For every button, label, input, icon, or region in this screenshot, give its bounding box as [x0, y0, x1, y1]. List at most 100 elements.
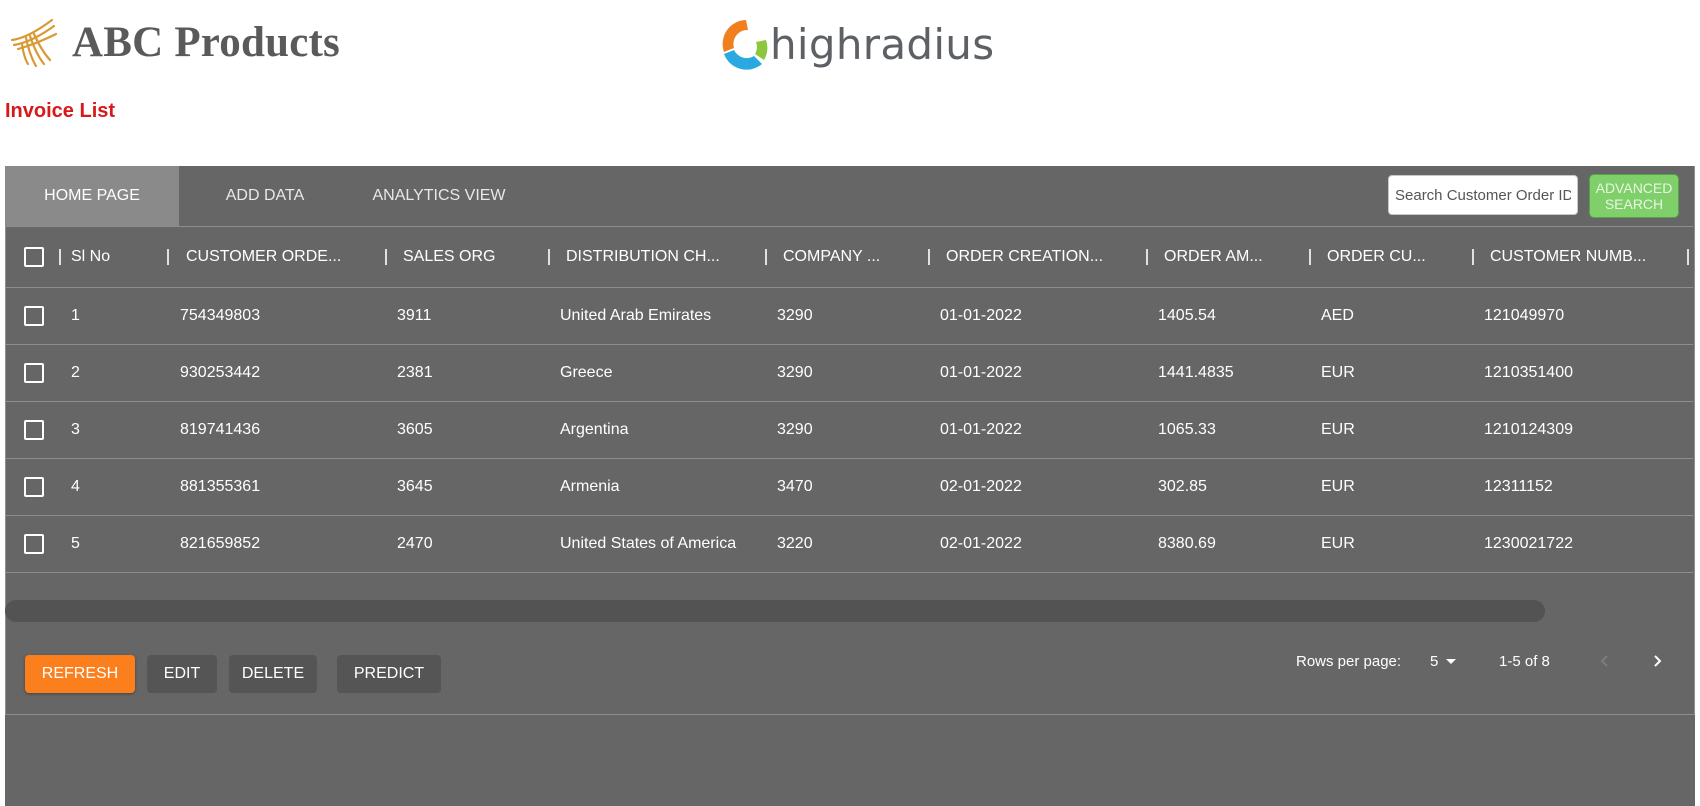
wheat-logo-icon — [10, 18, 58, 68]
cell-distribution-channel: Greece — [560, 364, 613, 381]
row-checkbox[interactable] — [24, 534, 44, 554]
cell-sales-org: 2381 — [397, 364, 433, 381]
table-header-row: Sl No CUSTOMER ORDE... SALES ORG DISTRIB… — [5, 227, 1693, 288]
advanced-search-button[interactable]: ADVANCED SEARCH — [1589, 174, 1679, 218]
delete-button[interactable]: DELETE — [229, 655, 317, 693]
horizontal-scrollbar[interactable] — [5, 600, 1545, 622]
cell-sl-no: 1 — [71, 307, 80, 324]
refresh-button[interactable]: REFRESH — [25, 655, 135, 693]
column-separator[interactable] — [59, 249, 61, 265]
cell-customer-number: 1230021722 — [1484, 535, 1573, 552]
cell-customer-order-id: 754349803 — [180, 307, 261, 324]
cell-sl-no: 4 — [71, 478, 80, 495]
previous-page-button[interactable] — [1592, 648, 1618, 674]
advanced-search-label: ADVANCED SEARCH — [1595, 180, 1673, 212]
column-header-customer-order-id[interactable]: CUSTOMER ORDE... — [186, 227, 341, 287]
tab-bar: HOME PAGE ADD DATA ANALYTICS VIEW — [5, 166, 527, 226]
cell-order-amount: 302.85 — [1158, 478, 1207, 495]
cell-company-code: 3470 — [777, 478, 813, 495]
row-checkbox[interactable] — [24, 477, 44, 497]
caret-down-icon — [1446, 658, 1457, 664]
column-header-distribution-channel[interactable]: DISTRIBUTION CH... — [566, 227, 720, 287]
cell-distribution-channel: Armenia — [560, 478, 620, 495]
tab-analytics-view[interactable]: ANALYTICS VIEW — [351, 166, 527, 226]
cell-customer-order-id: 821659852 — [180, 535, 261, 552]
invoice-panel: HOME PAGE ADD DATA ANALYTICS VIEW ADVANC… — [5, 166, 1695, 806]
partner-logo-text: highradius — [770, 19, 995, 69]
column-separator[interactable] — [1146, 249, 1148, 265]
column-header-customer-number[interactable]: CUSTOMER NUMB... — [1490, 227, 1646, 287]
cell-sl-no: 3 — [71, 421, 80, 438]
cell-customer-order-id: 881355361 — [180, 478, 261, 495]
row-checkbox[interactable] — [24, 363, 44, 383]
cell-order-amount: 1441.4835 — [1158, 364, 1234, 381]
cell-order-creation-date: 01-01-2022 — [940, 421, 1022, 438]
table-row[interactable]: 4 881355361 3645 Armenia 3470 02-01-2022… — [5, 459, 1693, 516]
column-header-order-amount[interactable]: ORDER AM... — [1164, 227, 1263, 287]
rows-per-page-value: 5 — [1430, 652, 1439, 670]
column-header-sl-no[interactable]: Sl No — [71, 227, 110, 287]
pagination-range: 1-5 of 8 — [1499, 652, 1550, 670]
cell-sales-org: 3645 — [397, 478, 433, 495]
cell-sl-no: 5 — [71, 535, 80, 552]
cell-company-code: 3290 — [777, 364, 813, 381]
tab-home-page[interactable]: HOME PAGE — [5, 166, 179, 226]
highradius-swirl-icon — [722, 20, 768, 70]
rows-per-page-label: Rows per page: — [1296, 652, 1402, 670]
brand-name: ABC Products — [72, 18, 340, 66]
column-separator[interactable] — [167, 249, 169, 265]
cell-order-creation-date: 02-01-2022 — [940, 535, 1022, 552]
cell-order-amount: 1065.33 — [1158, 421, 1216, 438]
cell-customer-number: 121049970 — [1484, 307, 1565, 324]
table-row[interactable]: 2 930253442 2381 Greece 3290 01-01-2022 … — [5, 345, 1693, 402]
column-header-order-currency[interactable]: ORDER CU... — [1327, 227, 1426, 287]
column-header-order-creation-date[interactable]: ORDER CREATION... — [946, 227, 1103, 287]
cell-order-currency: EUR — [1321, 364, 1355, 381]
rows-per-page-select[interactable]: 5 — [1430, 650, 1457, 672]
cell-order-creation-date: 01-01-2022 — [940, 364, 1022, 381]
table-row[interactable]: 1 754349803 3911 United Arab Emirates 32… — [5, 288, 1693, 345]
column-header-company-code[interactable]: COMPANY ... — [783, 227, 880, 287]
cell-distribution-channel: Argentina — [560, 421, 629, 438]
cell-order-currency: EUR — [1321, 478, 1355, 495]
cell-customer-number: 1210351400 — [1484, 364, 1573, 381]
next-page-button[interactable] — [1644, 648, 1670, 674]
cell-order-currency: EUR — [1321, 535, 1355, 552]
cell-order-creation-date: 01-01-2022 — [940, 307, 1022, 324]
chevron-left-icon — [1600, 655, 1608, 667]
column-separator[interactable] — [1687, 249, 1689, 265]
column-separator[interactable] — [1472, 249, 1474, 265]
cell-company-code: 3290 — [777, 421, 813, 438]
cell-customer-number: 1210124309 — [1484, 421, 1573, 438]
top-header: ABC Products highradius — [0, 0, 1700, 95]
cell-customer-order-id: 930253442 — [180, 364, 261, 381]
cell-sales-org: 3605 — [397, 421, 433, 438]
cell-sl-no: 2 — [71, 364, 80, 381]
cell-company-code: 3290 — [777, 307, 813, 324]
column-separator[interactable] — [765, 249, 767, 265]
table-row[interactable]: 5 821659852 2470 United States of Americ… — [5, 516, 1693, 573]
search-customer-order-input[interactable] — [1388, 175, 1578, 215]
select-all-checkbox[interactable] — [24, 247, 44, 267]
predict-button[interactable]: PREDICT — [337, 655, 441, 693]
cell-distribution-channel: United States of America — [560, 535, 737, 552]
partner-logo: highradius — [716, 14, 994, 74]
table-row[interactable]: 3 819741436 3605 Argentina 3290 01-01-20… — [5, 402, 1693, 459]
column-separator[interactable] — [385, 249, 387, 265]
cell-company-code: 3220 — [777, 535, 813, 552]
column-header-sales-org[interactable]: SALES ORG — [403, 227, 495, 287]
cell-sales-org: 3911 — [397, 307, 432, 324]
row-checkbox[interactable] — [24, 420, 44, 440]
edit-button[interactable]: EDIT — [147, 655, 217, 693]
cell-order-amount: 1405.54 — [1158, 307, 1216, 324]
cell-order-currency: AED — [1321, 307, 1354, 324]
column-separator[interactable] — [548, 249, 550, 265]
cell-order-currency: EUR — [1321, 421, 1355, 438]
column-separator[interactable] — [928, 249, 930, 265]
row-checkbox[interactable] — [24, 306, 44, 326]
column-separator[interactable] — [1309, 249, 1311, 265]
cell-customer-order-id: 819741436 — [180, 421, 261, 438]
tab-add-data[interactable]: ADD DATA — [179, 166, 351, 226]
brand: ABC Products — [8, 14, 340, 70]
cell-distribution-channel: United Arab Emirates — [560, 307, 712, 324]
